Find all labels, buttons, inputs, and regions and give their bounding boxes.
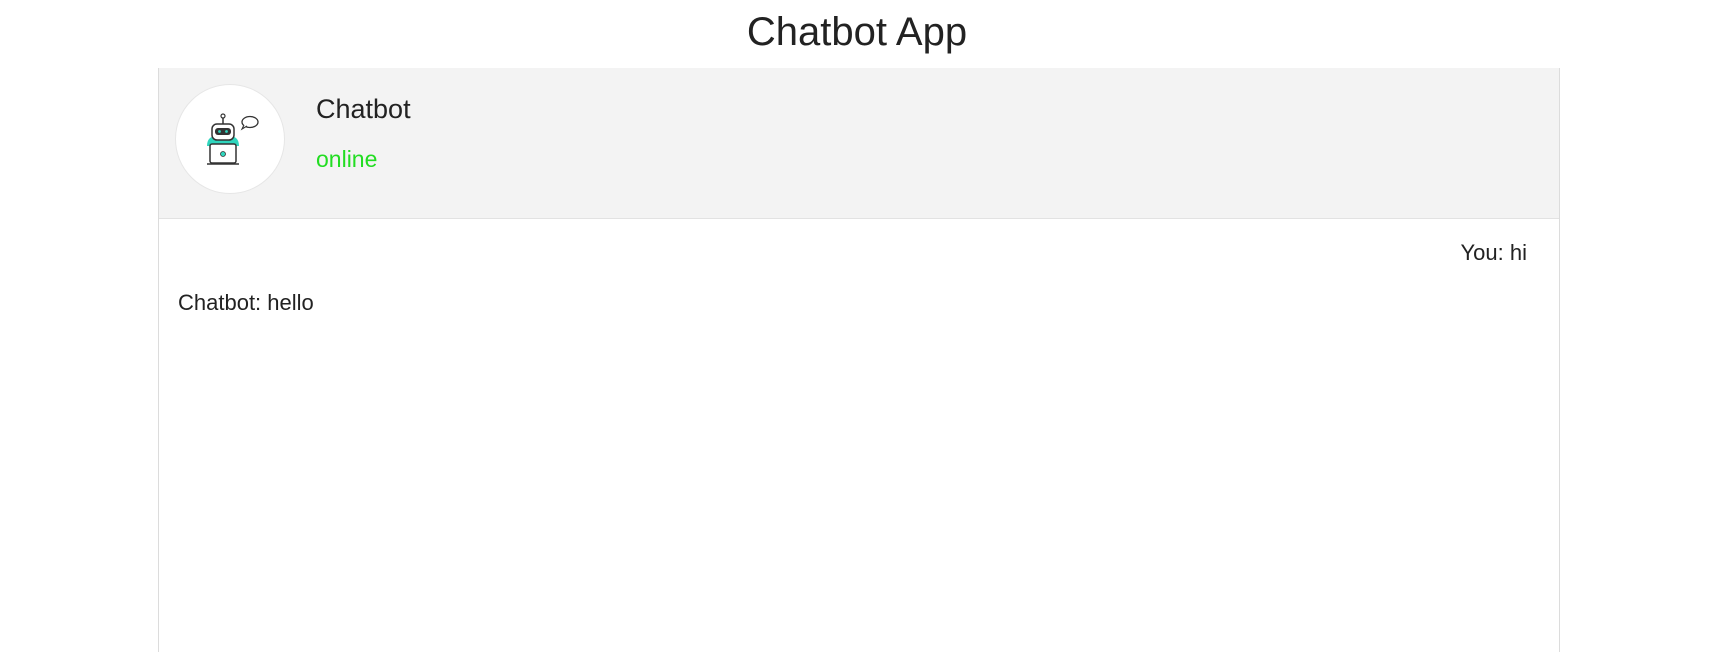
bot-message: Chatbot: hello	[178, 290, 314, 315]
bot-avatar[interactable]	[175, 84, 285, 194]
page: Chatbot App Chatbot online You: hi Chatb…	[0, 0, 1714, 652]
bot-name: Chatbot	[316, 94, 411, 124]
message-list: You: hi Chatbot: hello	[159, 219, 1559, 652]
user-message: You: hi	[1460, 240, 1527, 265]
app-title: Chatbot App	[746, 10, 968, 54]
chat-header: Chatbot online	[159, 68, 1559, 219]
robot-icon	[207, 113, 259, 165]
bot-status: online	[316, 146, 378, 172]
chat-window: Chatbot online You: hi Chatbot: hello	[158, 68, 1560, 652]
